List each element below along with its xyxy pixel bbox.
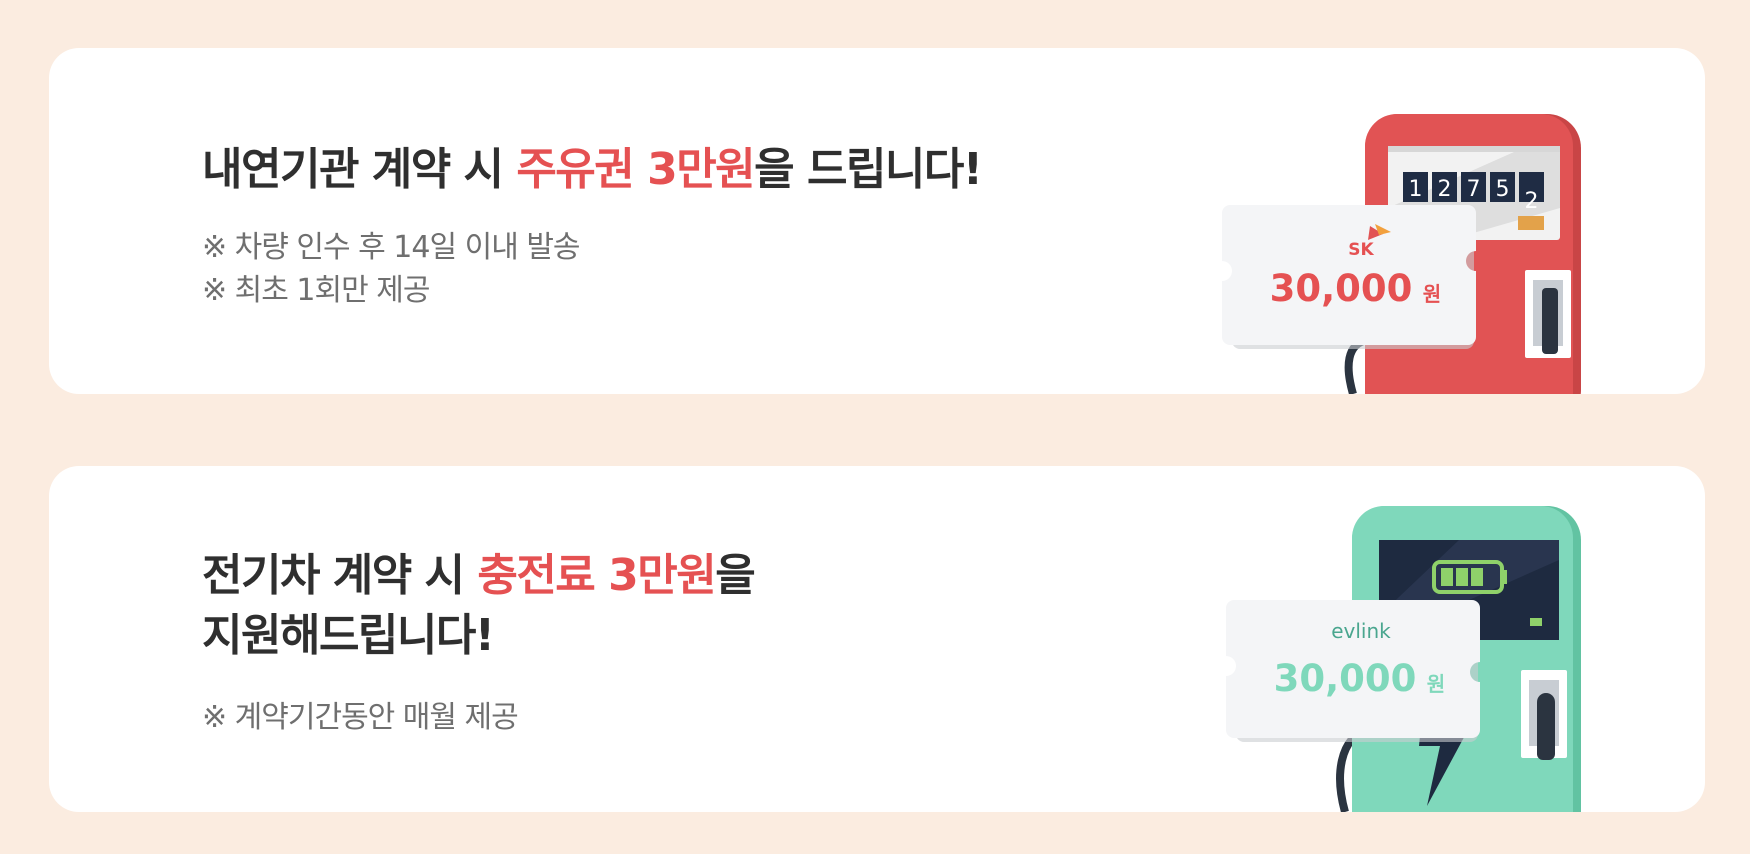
fuel-note-delivery: ※ 차량 인수 후 14일 이내 발송 [202, 230, 581, 265]
sk-fuel-voucher-ticket: SK 30,000 원 [1222, 205, 1476, 349]
ev-ticket-amount: 30,000 [1274, 657, 1417, 700]
ev-charging-notes: ※ 계약기간동안 매월 제공 [202, 696, 754, 739]
ev-ticket-unit: 원 [1427, 672, 1445, 696]
ev-note-monthly: ※ 계약기간동안 매월 제공 [202, 700, 519, 735]
fuel-pump-illustration: 1 2 7 5 2 SK 30,000 원 [1222, 114, 1581, 394]
fuel-voucher-highlight: 주유권 3만원 [516, 144, 755, 195]
ev-charging-card: 전기차 계약 시 충전료 3만원을 지원해드립니다! ※ 계약기간동안 매월 제공 [49, 466, 1705, 812]
svg-text:2: 2 [1525, 189, 1539, 214]
fuel-voucher-notes: ※ 차량 인수 후 14일 이내 발송 ※ 최초 1회만 제공 [202, 226, 981, 312]
svg-text:2: 2 [1438, 177, 1452, 202]
evlink-charging-voucher-ticket: evlink 30,000 원 [1226, 600, 1480, 742]
svg-text:7: 7 [1467, 177, 1481, 202]
ev-charging-headline-line2: 지원해드립니다! [202, 610, 495, 661]
fuel-voucher-text: 내연기관 계약 시 주유권 3만원을 드립니다! ※ 차량 인수 후 14일 이… [202, 140, 983, 312]
svg-text:1: 1 [1409, 177, 1423, 202]
ev-charger-illustration: evlink 30,000 원 [1226, 506, 1581, 812]
fuel-voucher-card: 내연기관 계약 시 주유권 3만원을 드립니다! ※ 차량 인수 후 14일 이… [49, 48, 1705, 394]
ev-charging-headline: 전기차 계약 시 충전료 3만원을 지원해드립니다! [202, 550, 756, 661]
fuel-ticket-unit: 원 [1423, 282, 1441, 306]
fuel-ticket-amount: 30,000 [1270, 267, 1413, 310]
evlink-logo: evlink [1331, 619, 1391, 643]
sk-logo: SK [1348, 240, 1374, 260]
svg-text:5: 5 [1496, 177, 1510, 202]
fuel-voucher-headline: 내연기관 계약 시 주유권 3만원을 드립니다! [202, 144, 983, 195]
fuel-note-once: ※ 최초 1회만 제공 [202, 273, 430, 308]
ev-charging-text: 전기차 계약 시 충전료 3만원을 지원해드립니다! ※ 계약기간동안 매월 제공 [202, 546, 756, 739]
ev-charging-highlight: 충전료 3만원 [477, 550, 716, 601]
